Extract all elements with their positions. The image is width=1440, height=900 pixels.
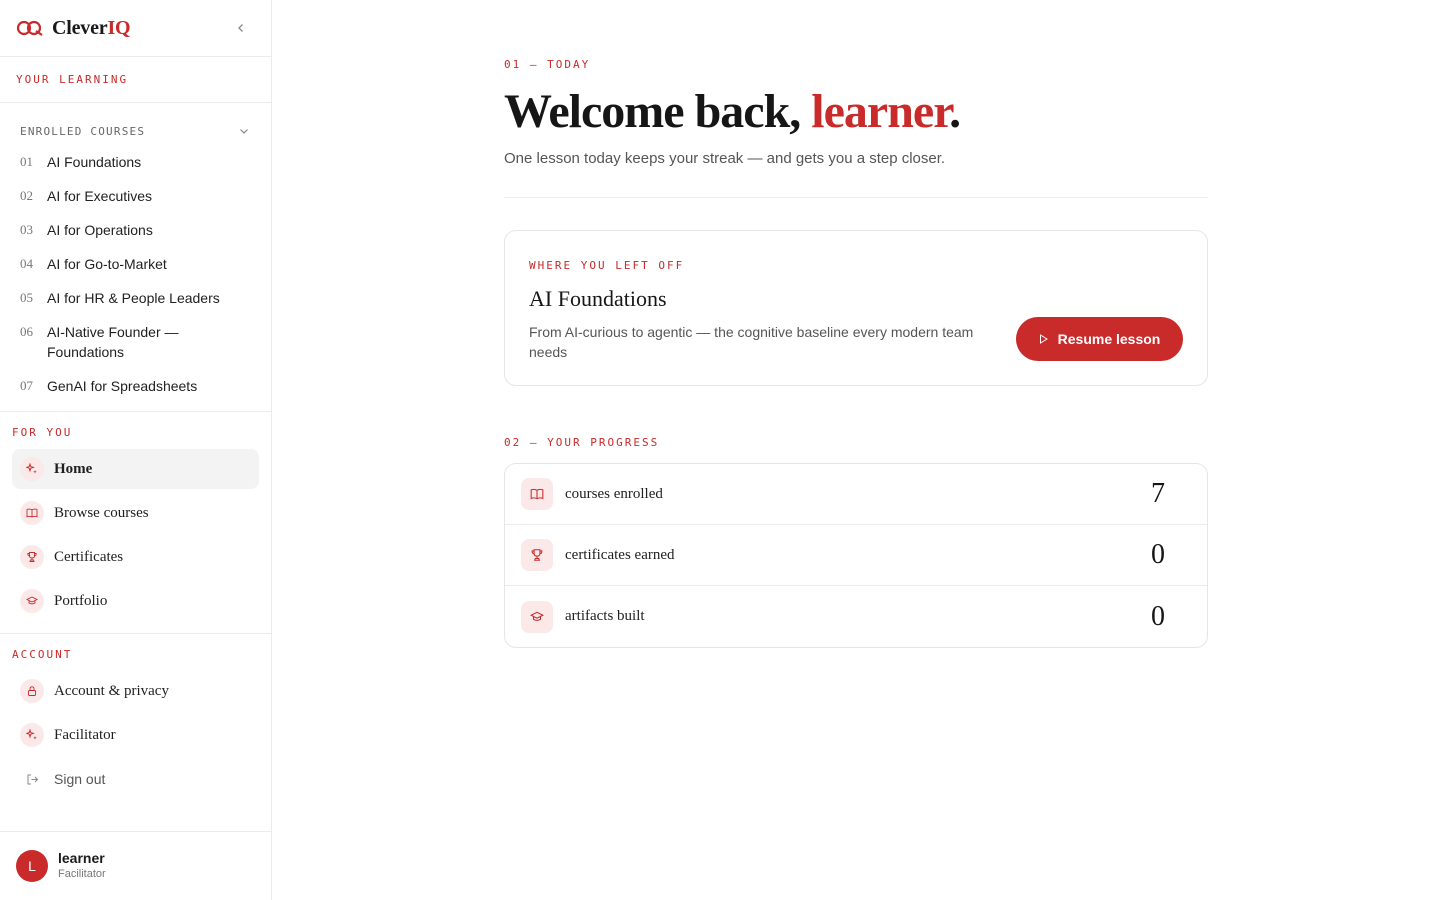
account-label: ACCOUNT <box>12 648 73 661</box>
course-number: 06 <box>20 324 33 339</box>
stat-value: 0 <box>1151 539 1165 570</box>
graduation-cap-icon <box>521 600 553 633</box>
play-icon <box>1039 334 1048 344</box>
course-item-ai-for-executives[interactable]: 02 AI for Executives <box>0 179 271 213</box>
cleveriq-logo-icon <box>16 20 43 36</box>
course-name: AI-Native Founder — Foundations <box>47 324 179 360</box>
sparkle-icon <box>20 457 44 481</box>
nav-item-home[interactable]: Home <box>12 449 259 489</box>
today-eyebrow: 01 — TODAY <box>504 58 591 71</box>
progress-stats: courses enrolled 7 certificates earned 0… <box>504 463 1208 648</box>
nav-label: Account & privacy <box>54 682 169 699</box>
resume-lesson-button[interactable]: Resume lesson <box>1016 317 1183 361</box>
stat-label: artifacts built <box>565 608 645 624</box>
chevron-down-icon <box>240 129 248 134</box>
sign-out-label: Sign out <box>54 771 106 787</box>
resume-card-description: From AI-curious to agentic — the cogniti… <box>529 324 974 360</box>
stat-artifacts-built: artifacts built 0 <box>505 586 1207 647</box>
welcome-name: learner <box>811 85 950 138</box>
stat-certificates-earned: certificates earned 0 <box>505 525 1207 586</box>
sign-out-icon <box>20 767 44 791</box>
brand-name: CleverIQ <box>52 16 131 39</box>
chevron-left-icon <box>238 24 243 32</box>
stat-value: 7 <box>1151 478 1165 509</box>
book-icon <box>20 501 44 525</box>
resume-card-eyebrow: WHERE YOU LEFT OFF <box>529 259 685 272</box>
user-profile[interactable]: L learner Facilitator <box>0 831 271 900</box>
enrolled-courses-section: ENROLLED COURSES 01 AI Foundations 02 AI f… <box>0 103 271 412</box>
your-learning-label: YOUR LEARNING <box>16 73 129 86</box>
avatar: L <box>16 850 48 882</box>
nav-label: Home <box>54 460 93 477</box>
nav-item-certificates[interactable]: Certificates <box>12 537 259 577</box>
course-name: AI for Operations <box>47 222 153 238</box>
page-subtitle: One lesson today keeps your streak — and… <box>504 150 946 167</box>
brand-header: CleverIQ <box>0 0 271 57</box>
enrolled-courses-label: ENROLLED COURSES <box>20 124 146 138</box>
course-name: GenAI for Spreadsheets <box>47 378 198 394</box>
nav-item-account-privacy[interactable]: Account & privacy <box>12 671 259 711</box>
page-title: Welcome back, learner. <box>504 84 961 140</box>
course-item-ai-for-operations[interactable]: 03 AI for Operations <box>0 213 271 247</box>
nav-label: Facilitator <box>54 726 116 743</box>
resume-card-title: AI Foundations <box>529 286 667 311</box>
account-section: ACCOUNT Account & privacy Facilitator Si… <box>0 634 271 799</box>
nav-label: Certificates <box>54 548 124 565</box>
course-item-ai-native-founder[interactable]: 06 AI-Native Founder — Foundations <box>0 315 271 369</box>
lock-icon <box>20 679 44 703</box>
sidebar: CleverIQ YOUR LEARNING ENROLLED COURSES … <box>0 0 272 900</box>
stat-label: courses enrolled <box>565 485 663 502</box>
sparkle-icon <box>20 723 44 747</box>
for-you-section: FOR YOU Home Browse courses Certificates… <box>0 412 271 634</box>
sign-out-button[interactable]: Sign out <box>12 759 259 799</box>
user-role: Facilitator <box>58 868 106 880</box>
stat-courses-enrolled: courses enrolled 7 <box>505 464 1207 525</box>
course-list: 01 AI Foundations 02 AI for Executives 03 A… <box>0 145 271 403</box>
your-learning-section: YOUR LEARNING <box>0 57 271 103</box>
course-name: AI for Go-to-Market <box>47 256 167 272</box>
course-name: AI for HR & People Leaders <box>47 290 220 306</box>
user-info: learner Facilitator <box>58 850 106 882</box>
stat-label: certificates earned <box>565 546 675 563</box>
course-number: 05 <box>20 290 33 305</box>
book-icon <box>521 478 553 510</box>
nav-item-browse-courses[interactable]: Browse courses <box>12 493 259 533</box>
enrolled-courses-toggle[interactable]: ENROLLED COURSES <box>0 117 271 145</box>
welcome-prefix: Welcome back, <box>504 85 812 138</box>
divider <box>504 197 1208 198</box>
resume-lesson-label: Resume lesson <box>1057 331 1161 347</box>
nav-item-portfolio[interactable]: Portfolio <box>12 581 259 621</box>
nav-item-facilitator[interactable]: Facilitator <box>12 715 259 755</box>
user-name: learner <box>58 850 105 866</box>
course-number: 01 <box>20 154 33 169</box>
course-number: 04 <box>20 256 33 271</box>
course-name: AI for Executives <box>47 188 153 204</box>
course-item-genai-for-spreadsheets[interactable]: 07 GenAI for Spreadsheets <box>0 369 271 403</box>
course-item-ai-for-go-to-market[interactable]: 04 AI for Go-to-Market <box>0 247 271 281</box>
course-name: AI Foundations <box>47 154 142 170</box>
collapse-sidebar-button[interactable] <box>233 20 249 36</box>
trophy-icon <box>521 539 553 571</box>
nav-label: Portfolio <box>54 592 108 609</box>
course-item-ai-foundations[interactable]: 01 AI Foundations <box>0 145 271 179</box>
trophy-icon <box>20 545 44 569</box>
nav-label: Browse courses <box>54 504 149 521</box>
course-number: 07 <box>20 378 33 393</box>
for-you-label: FOR YOU <box>12 426 73 439</box>
progress-eyebrow: 02 — YOUR PROGRESS <box>504 436 660 449</box>
resume-card: WHERE YOU LEFT OFF AI Foundations From A… <box>504 230 1208 386</box>
welcome-suffix: . <box>949 85 961 138</box>
course-number: 02 <box>20 188 33 203</box>
course-item-ai-for-hr[interactable]: 05 AI for HR & People Leaders <box>0 281 271 315</box>
graduation-cap-icon <box>20 589 44 613</box>
stat-value: 0 <box>1151 600 1165 632</box>
course-number: 03 <box>20 222 33 237</box>
